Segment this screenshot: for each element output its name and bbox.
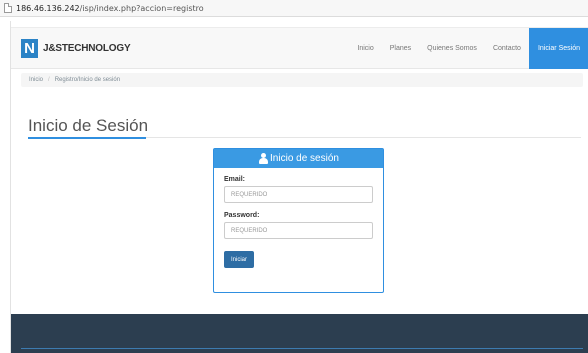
- user-icon: [258, 153, 269, 164]
- login-form: Email: REQUERIDO Password: REQUERIDO Ini…: [214, 168, 383, 276]
- login-heading-text: Inicio de sesión: [270, 153, 339, 164]
- email-label: Email:: [224, 176, 246, 183]
- login-panel: Inicio de sesión Email: REQUERIDO Passwo…: [213, 148, 384, 293]
- url-host: 186.46.136.242: [16, 3, 80, 13]
- navbar: N J&STECHNOLOGY Inicio Planes Quienes So…: [11, 27, 588, 69]
- brand[interactable]: N J&STECHNOLOGY: [21, 39, 131, 58]
- breadcrumb-separator: /: [48, 77, 50, 83]
- title-underline: [28, 137, 146, 139]
- breadcrumb: Inicio / Registro/Inicio de sesión: [21, 73, 583, 87]
- nav-link-quienes-somos[interactable]: Quienes Somos: [419, 28, 485, 69]
- footer: [11, 314, 588, 353]
- nav-links: Inicio Planes Quienes Somos Contacto Ini…: [349, 28, 588, 69]
- login-panel-heading: Inicio de sesión: [214, 149, 383, 168]
- page-icon: [4, 3, 12, 13]
- nav-link-contacto[interactable]: Contacto: [485, 28, 529, 69]
- breadcrumb-home[interactable]: Inicio: [29, 77, 43, 83]
- nav-link-planes[interactable]: Planes: [382, 28, 419, 69]
- password-label: Password:: [224, 212, 260, 219]
- password-field[interactable]: REQUERIDO: [224, 222, 373, 239]
- page-title: Inicio de Sesión: [28, 116, 149, 135]
- browser-address-bar[interactable]: 186.46.136.242/isp/index.php?accion=regi…: [0, 0, 588, 17]
- email-field[interactable]: REQUERIDO: [224, 186, 373, 203]
- breadcrumb-current: Registro/Inicio de sesión: [54, 77, 121, 83]
- brand-name: J&STECHNOLOGY: [43, 43, 131, 54]
- login-button[interactable]: Iniciar: [224, 251, 254, 268]
- nav-link-inicio[interactable]: Inicio: [349, 28, 381, 69]
- nav-link-iniciar-sesion[interactable]: Iniciar Sesión: [528, 28, 588, 69]
- url-path: /isp/index.php?accion=registro: [79, 3, 204, 13]
- url-text[interactable]: 186.46.136.242/isp/index.php?accion=regi…: [16, 4, 204, 13]
- footer-divider: [21, 348, 583, 349]
- brand-logo-icon: N: [21, 39, 38, 58]
- page-frame: N J&STECHNOLOGY Inicio Planes Quienes So…: [10, 21, 588, 353]
